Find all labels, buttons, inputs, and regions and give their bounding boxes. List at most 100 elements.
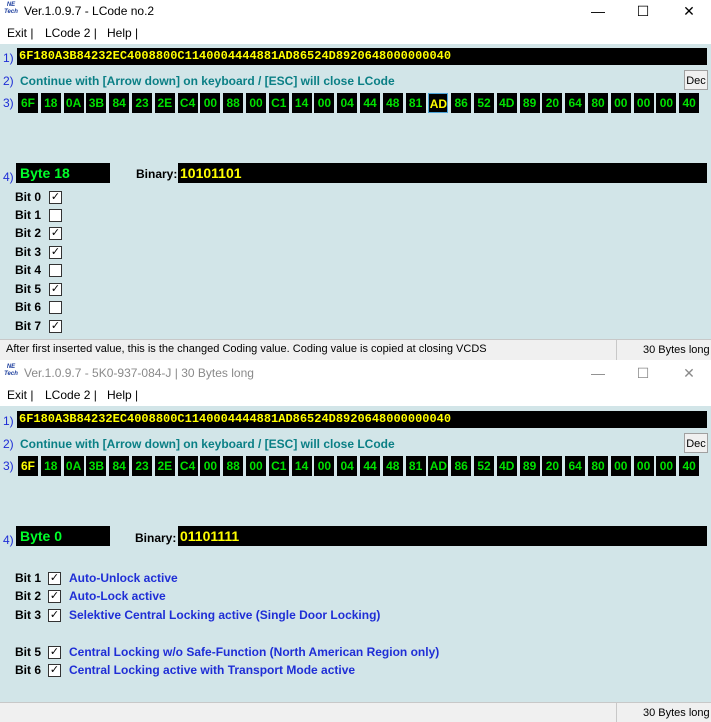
byte-cell[interactable]: 14 — [291, 93, 312, 113]
byte-cell[interactable]: C4 — [177, 93, 198, 113]
bit-checkbox[interactable] — [49, 209, 62, 222]
byte-cell[interactable]: 4D — [496, 456, 517, 476]
byte-cell[interactable]: 40 — [679, 93, 700, 113]
byte-cell[interactable]: 40 — [679, 456, 700, 476]
selected-byte-label: Byte 18 — [16, 163, 110, 183]
byte-cell[interactable]: 44 — [360, 93, 380, 113]
bit-checkbox[interactable]: ✓ — [49, 227, 62, 240]
menu-exit[interactable]: Exit | — [7, 388, 33, 402]
byte-cell[interactable]: 48 — [382, 456, 403, 476]
byte-cell[interactable]: 88 — [223, 456, 244, 476]
byte-cell[interactable]: 18 — [40, 93, 61, 113]
byte-cell[interactable]: 3B — [86, 456, 107, 476]
bit-label: Bit 2 — [15, 226, 42, 240]
byte-cell[interactable]: 4D — [496, 93, 517, 113]
byte-cell[interactable]: 64 — [565, 456, 586, 476]
byte-cell[interactable]: 00 — [656, 456, 677, 476]
dec-button[interactable]: Dec — [684, 433, 708, 453]
bit-checkbox[interactable]: ✓ — [49, 320, 62, 333]
byte-cell[interactable]: 20 — [542, 456, 563, 476]
byte-cell[interactable]: 00 — [314, 93, 335, 113]
byte-cell[interactable]: 6F — [18, 93, 38, 113]
byte-cell[interactable]: 00 — [246, 93, 266, 113]
menu-exit[interactable]: Exit | — [7, 26, 33, 40]
byte-cell[interactable]: 81 — [405, 456, 426, 476]
byte-cell[interactable]: AD — [428, 93, 449, 113]
byte-cell[interactable]: 80 — [588, 93, 608, 113]
byte-cell[interactable]: AD — [428, 456, 449, 476]
close-button[interactable]: ✕ — [666, 362, 711, 384]
byte-cell[interactable]: 00 — [314, 456, 335, 476]
byte-cell[interactable]: 14 — [291, 456, 312, 476]
minimize-button[interactable]: — — [575, 0, 621, 22]
maximize-button[interactable]: ☐ — [620, 0, 666, 22]
byte-cell[interactable]: 64 — [565, 93, 586, 113]
bit-checkbox[interactable]: ✓ — [48, 572, 61, 585]
byte-cell[interactable]: 00 — [610, 456, 631, 476]
byte-cell[interactable]: 48 — [382, 93, 403, 113]
byte-cell[interactable]: 2E — [154, 93, 175, 113]
byte-cell[interactable]: 00 — [200, 456, 221, 476]
byte-cell[interactable]: 52 — [474, 93, 494, 113]
bit-label: Bit 3 — [15, 245, 42, 259]
menu-lcode2[interactable]: LCode 2 | — [45, 26, 97, 40]
bit-checkbox[interactable]: ✓ — [48, 590, 61, 603]
byte-cell[interactable]: C4 — [177, 456, 198, 476]
byte-cell[interactable]: C1 — [268, 456, 289, 476]
byte-cell[interactable]: 81 — [405, 93, 426, 113]
row-label: 4) — [3, 533, 14, 547]
bit-checkbox[interactable]: ✓ — [48, 646, 61, 659]
byte-cell[interactable]: 3B — [86, 93, 107, 113]
byte-cell[interactable]: 04 — [337, 456, 358, 476]
byte-cell[interactable]: 23 — [132, 456, 152, 476]
byte-cell[interactable]: 04 — [337, 93, 358, 113]
bit-description: Auto-Unlock active — [69, 571, 178, 585]
minimize-button[interactable]: — — [575, 362, 621, 384]
byte-cell[interactable]: 00 — [633, 93, 654, 113]
byte-cell[interactable]: 84 — [109, 93, 130, 113]
byte-cell[interactable]: 86 — [451, 456, 472, 476]
byte-cell[interactable]: 0A — [63, 93, 84, 113]
byte-cell[interactable]: 89 — [519, 93, 540, 113]
byte-cell[interactable]: 80 — [588, 456, 608, 476]
byte-cell[interactable]: C1 — [268, 93, 289, 113]
byte-cell[interactable]: 18 — [40, 456, 61, 476]
menu-help[interactable]: Help | — [107, 26, 138, 40]
binary-label: Binary: — [135, 531, 177, 545]
byte-cell[interactable]: 00 — [200, 93, 221, 113]
bit-checkbox[interactable]: ✓ — [48, 664, 61, 677]
menu-lcode2[interactable]: LCode 2 | — [45, 388, 97, 402]
byte-cell[interactable]: 2E — [154, 456, 175, 476]
menu-help[interactable]: Help | — [107, 388, 138, 402]
bit-checkbox[interactable]: ✓ — [48, 609, 61, 622]
byte-cell[interactable]: 84 — [109, 456, 130, 476]
close-button[interactable]: ✕ — [666, 0, 711, 22]
status-bar: 30 Bytes long — [0, 702, 711, 722]
bit-checkbox[interactable]: ✓ — [49, 246, 62, 259]
app-logo-icon: NE Tech — [4, 2, 18, 15]
binary-value-field[interactable]: 01101111 — [178, 526, 707, 546]
byte-cell[interactable]: 89 — [519, 456, 540, 476]
coding-value-field[interactable]: 6F180A3B84232EC4008800C1140004444881AD86… — [17, 48, 707, 65]
byte-cell[interactable]: 88 — [223, 93, 244, 113]
byte-cell[interactable]: 00 — [656, 93, 677, 113]
byte-cell[interactable]: 20 — [542, 93, 563, 113]
byte-cell[interactable]: 52 — [474, 456, 494, 476]
byte-cell[interactable]: 00 — [633, 456, 654, 476]
byte-cell[interactable]: 6F — [18, 456, 38, 476]
byte-cell[interactable]: 23 — [132, 93, 152, 113]
bit-checkbox[interactable]: ✓ — [49, 191, 62, 204]
byte-cell[interactable]: 0A — [63, 456, 84, 476]
status-text: After first inserted value, this is the … — [6, 343, 487, 355]
dec-button[interactable]: Dec — [684, 70, 708, 90]
byte-cell[interactable]: 00 — [246, 456, 266, 476]
binary-value-field[interactable]: 10101101 — [178, 163, 707, 183]
byte-cell[interactable]: 00 — [610, 93, 631, 113]
bit-checkbox[interactable] — [49, 301, 62, 314]
byte-cell[interactable]: 86 — [451, 93, 472, 113]
byte-cell[interactable]: 44 — [360, 456, 380, 476]
bit-checkbox[interactable] — [49, 264, 62, 277]
coding-value-field[interactable]: 6F180A3B84232EC4008800C1140004444881AD86… — [17, 411, 707, 428]
bit-checkbox[interactable]: ✓ — [49, 283, 62, 296]
maximize-button[interactable]: ☐ — [620, 362, 666, 384]
